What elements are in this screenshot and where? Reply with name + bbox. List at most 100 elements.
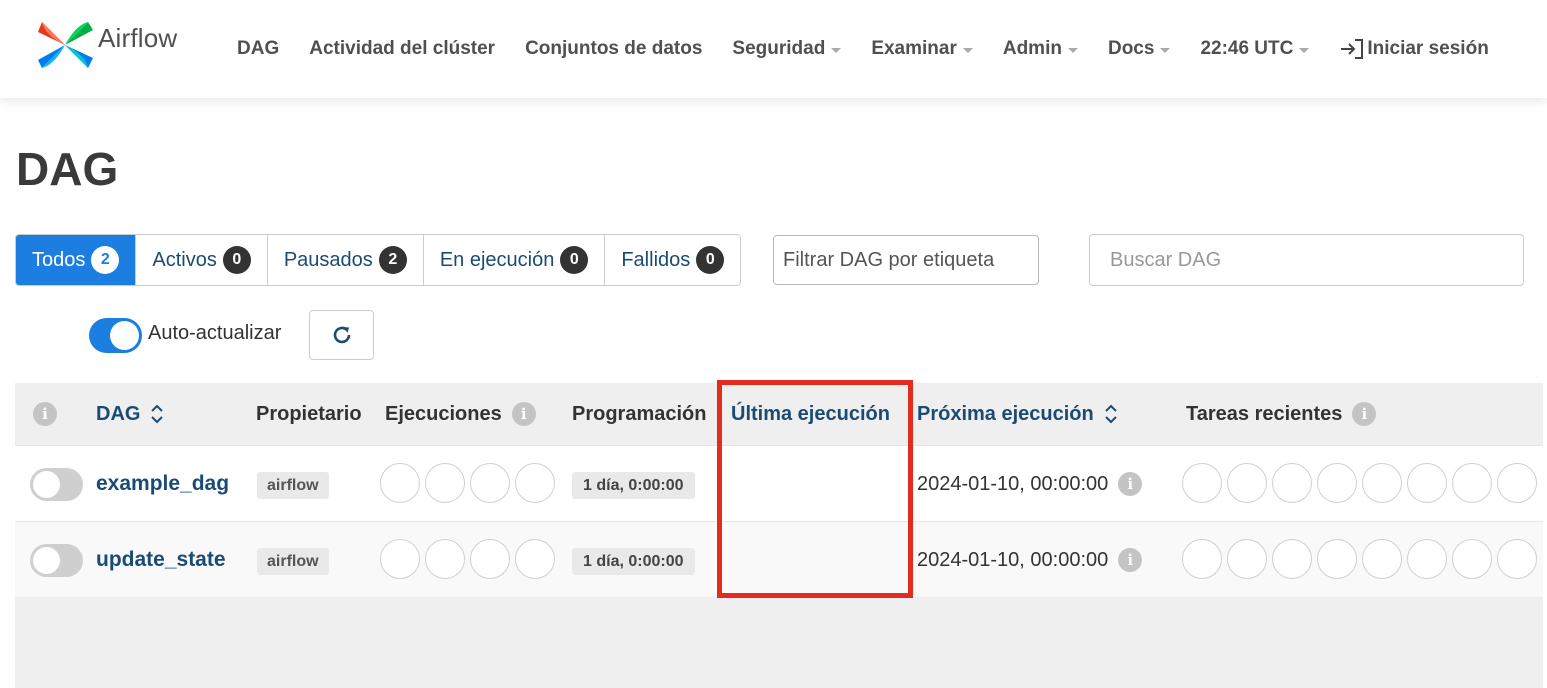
run-state-circle[interactable]: [380, 539, 420, 579]
task-state-circle[interactable]: [1362, 539, 1402, 579]
brand-name: Airflow: [98, 22, 178, 53]
status-filter-failed[interactable]: Fallidos 0: [605, 235, 741, 285]
task-state-circle[interactable]: [1272, 463, 1312, 503]
header-runs: Ejecuciones i: [385, 383, 536, 445]
toggle-knob: [33, 471, 60, 498]
task-state-circle[interactable]: [1227, 463, 1267, 503]
refresh-icon: [333, 326, 350, 344]
login-link[interactable]: Iniciar sesión: [1324, 37, 1503, 61]
run-state-circle[interactable]: [425, 539, 465, 579]
dag-link[interactable]: update_state: [96, 522, 226, 598]
airflow-logo-link[interactable]: Airflow: [36, 16, 177, 74]
page-title: DAG: [16, 143, 119, 195]
header-owner: Propietario: [256, 383, 362, 445]
count-badge: 0: [560, 246, 589, 274]
refresh-button[interactable]: [309, 310, 374, 360]
nav-item-datasets[interactable]: Conjuntos de datos: [510, 38, 717, 60]
header-label: Próxima ejecución: [917, 402, 1094, 425]
header-schedule: Programación: [572, 383, 706, 445]
task-state-circle[interactable]: [1407, 463, 1447, 503]
search-dag-input[interactable]: [1089, 234, 1524, 286]
run-state-circle[interactable]: [515, 539, 555, 579]
owner-badge[interactable]: airflow: [257, 548, 329, 575]
run-state-circle[interactable]: [380, 463, 420, 503]
next-run-value: 2024-01-10, 00:00:00: [917, 548, 1109, 571]
task-state-circle[interactable]: [1497, 539, 1537, 579]
next-run-cell: 2024-01-10, 00:00:00 i: [917, 446, 1143, 522]
status-filter-running[interactable]: En ejecución 0: [423, 235, 606, 285]
auto-refresh-toggle[interactable]: [89, 318, 142, 353]
caret-down-icon: [831, 47, 842, 53]
nav-item-dag[interactable]: DAG: [222, 38, 294, 60]
pause-toggle[interactable]: [30, 468, 83, 501]
status-filter-group: Todos 2 Activos 0 Pausados 2 En ejecució…: [15, 234, 742, 286]
next-run-value: 2024-01-10, 00:00:00: [917, 472, 1109, 495]
tag-filter-placeholder: Filtrar DAG por etiqueta: [783, 248, 995, 271]
nav-item-label: Seguridad: [732, 38, 826, 59]
pause-toggle[interactable]: [30, 544, 83, 577]
task-state-circle[interactable]: [1362, 463, 1402, 503]
owner-badge[interactable]: airflow: [257, 472, 329, 499]
status-filter-paused[interactable]: Pausados 2: [267, 235, 424, 285]
nav-item-cluster-activity[interactable]: Actividad del clúster: [294, 38, 510, 60]
header-dag[interactable]: DAG: [96, 383, 164, 445]
info-icon[interactable]: i: [1118, 472, 1143, 496]
nav-item-docs[interactable]: Docs: [1093, 38, 1185, 60]
task-state-circle[interactable]: [1497, 463, 1537, 503]
navbar: Airflow DAG Actividad del clúster Conjun…: [0, 0, 1547, 98]
status-filter-label: Pausados: [283, 248, 373, 271]
task-state-circle[interactable]: [1272, 539, 1312, 579]
login-icon: [1341, 39, 1364, 59]
run-state-circle[interactable]: [515, 463, 555, 503]
task-state-circle[interactable]: [1182, 539, 1222, 579]
task-state-circle[interactable]: [1317, 539, 1357, 579]
nav-menu: DAG Actividad del clúster Conjuntos de d…: [222, 0, 1504, 98]
header-next-run[interactable]: Próxima ejecución: [917, 383, 1118, 445]
header-label: DAG: [96, 402, 141, 425]
task-state-circle[interactable]: [1452, 463, 1492, 503]
header-label: Tareas recientes: [1186, 402, 1343, 425]
header-last-run[interactable]: Última ejecución: [731, 383, 890, 445]
info-icon[interactable]: i: [1352, 402, 1377, 426]
task-state-circle[interactable]: [1227, 539, 1267, 579]
toggle-knob: [33, 547, 60, 574]
tag-filter-select[interactable]: Filtrar DAG por etiqueta: [773, 235, 1039, 285]
next-run-cell: 2024-01-10, 00:00:00 i: [917, 522, 1143, 598]
count-badge: 0: [222, 246, 251, 274]
airflow-pinwheel-icon: [38, 22, 93, 68]
info-icon[interactable]: i: [1118, 548, 1143, 572]
nav-item-browse[interactable]: Examinar: [856, 38, 988, 60]
dag-table: i DAG Propietario Ejecuciones i Programa…: [15, 383, 1543, 688]
status-filter-all[interactable]: Todos 2: [16, 235, 137, 285]
nav-item-label: Examinar: [871, 38, 957, 59]
run-state-circle[interactable]: [470, 463, 510, 503]
caret-down-icon: [1299, 47, 1310, 53]
nav-item-clock[interactable]: 22:46 UTC: [1185, 38, 1324, 60]
count-badge: 2: [91, 246, 120, 274]
run-state-circle[interactable]: [470, 539, 510, 579]
task-state-circle[interactable]: [1407, 539, 1447, 579]
table-row: example_dag airflow 1 día, 0:00:00 2024-…: [15, 445, 1543, 521]
runs-status-circles: [380, 539, 560, 579]
recent-tasks-circles: [1182, 539, 1542, 579]
caret-down-icon: [1160, 47, 1171, 53]
task-state-circle[interactable]: [1452, 539, 1492, 579]
info-icon[interactable]: i: [511, 402, 536, 426]
status-filter-active[interactable]: Activos 0: [136, 235, 268, 285]
count-badge: 0: [696, 246, 725, 274]
login-label: Iniciar sesión: [1367, 38, 1489, 59]
run-state-circle[interactable]: [425, 463, 465, 503]
header-info-cell: i: [33, 383, 57, 445]
header-label: Última ejecución: [731, 402, 890, 425]
info-icon[interactable]: i: [33, 402, 57, 426]
sort-icon: [1105, 404, 1117, 424]
dag-link[interactable]: example_dag: [96, 446, 229, 522]
task-state-circle[interactable]: [1317, 463, 1357, 503]
header-label: Programación: [572, 402, 707, 425]
header-recent-tasks: Tareas recientes i: [1186, 383, 1377, 445]
status-filter-label: En ejecución: [439, 248, 555, 271]
task-state-circle[interactable]: [1182, 463, 1222, 503]
nav-item-admin[interactable]: Admin: [988, 38, 1093, 60]
toggle-knob: [110, 321, 139, 350]
nav-item-security[interactable]: Seguridad: [717, 38, 856, 60]
